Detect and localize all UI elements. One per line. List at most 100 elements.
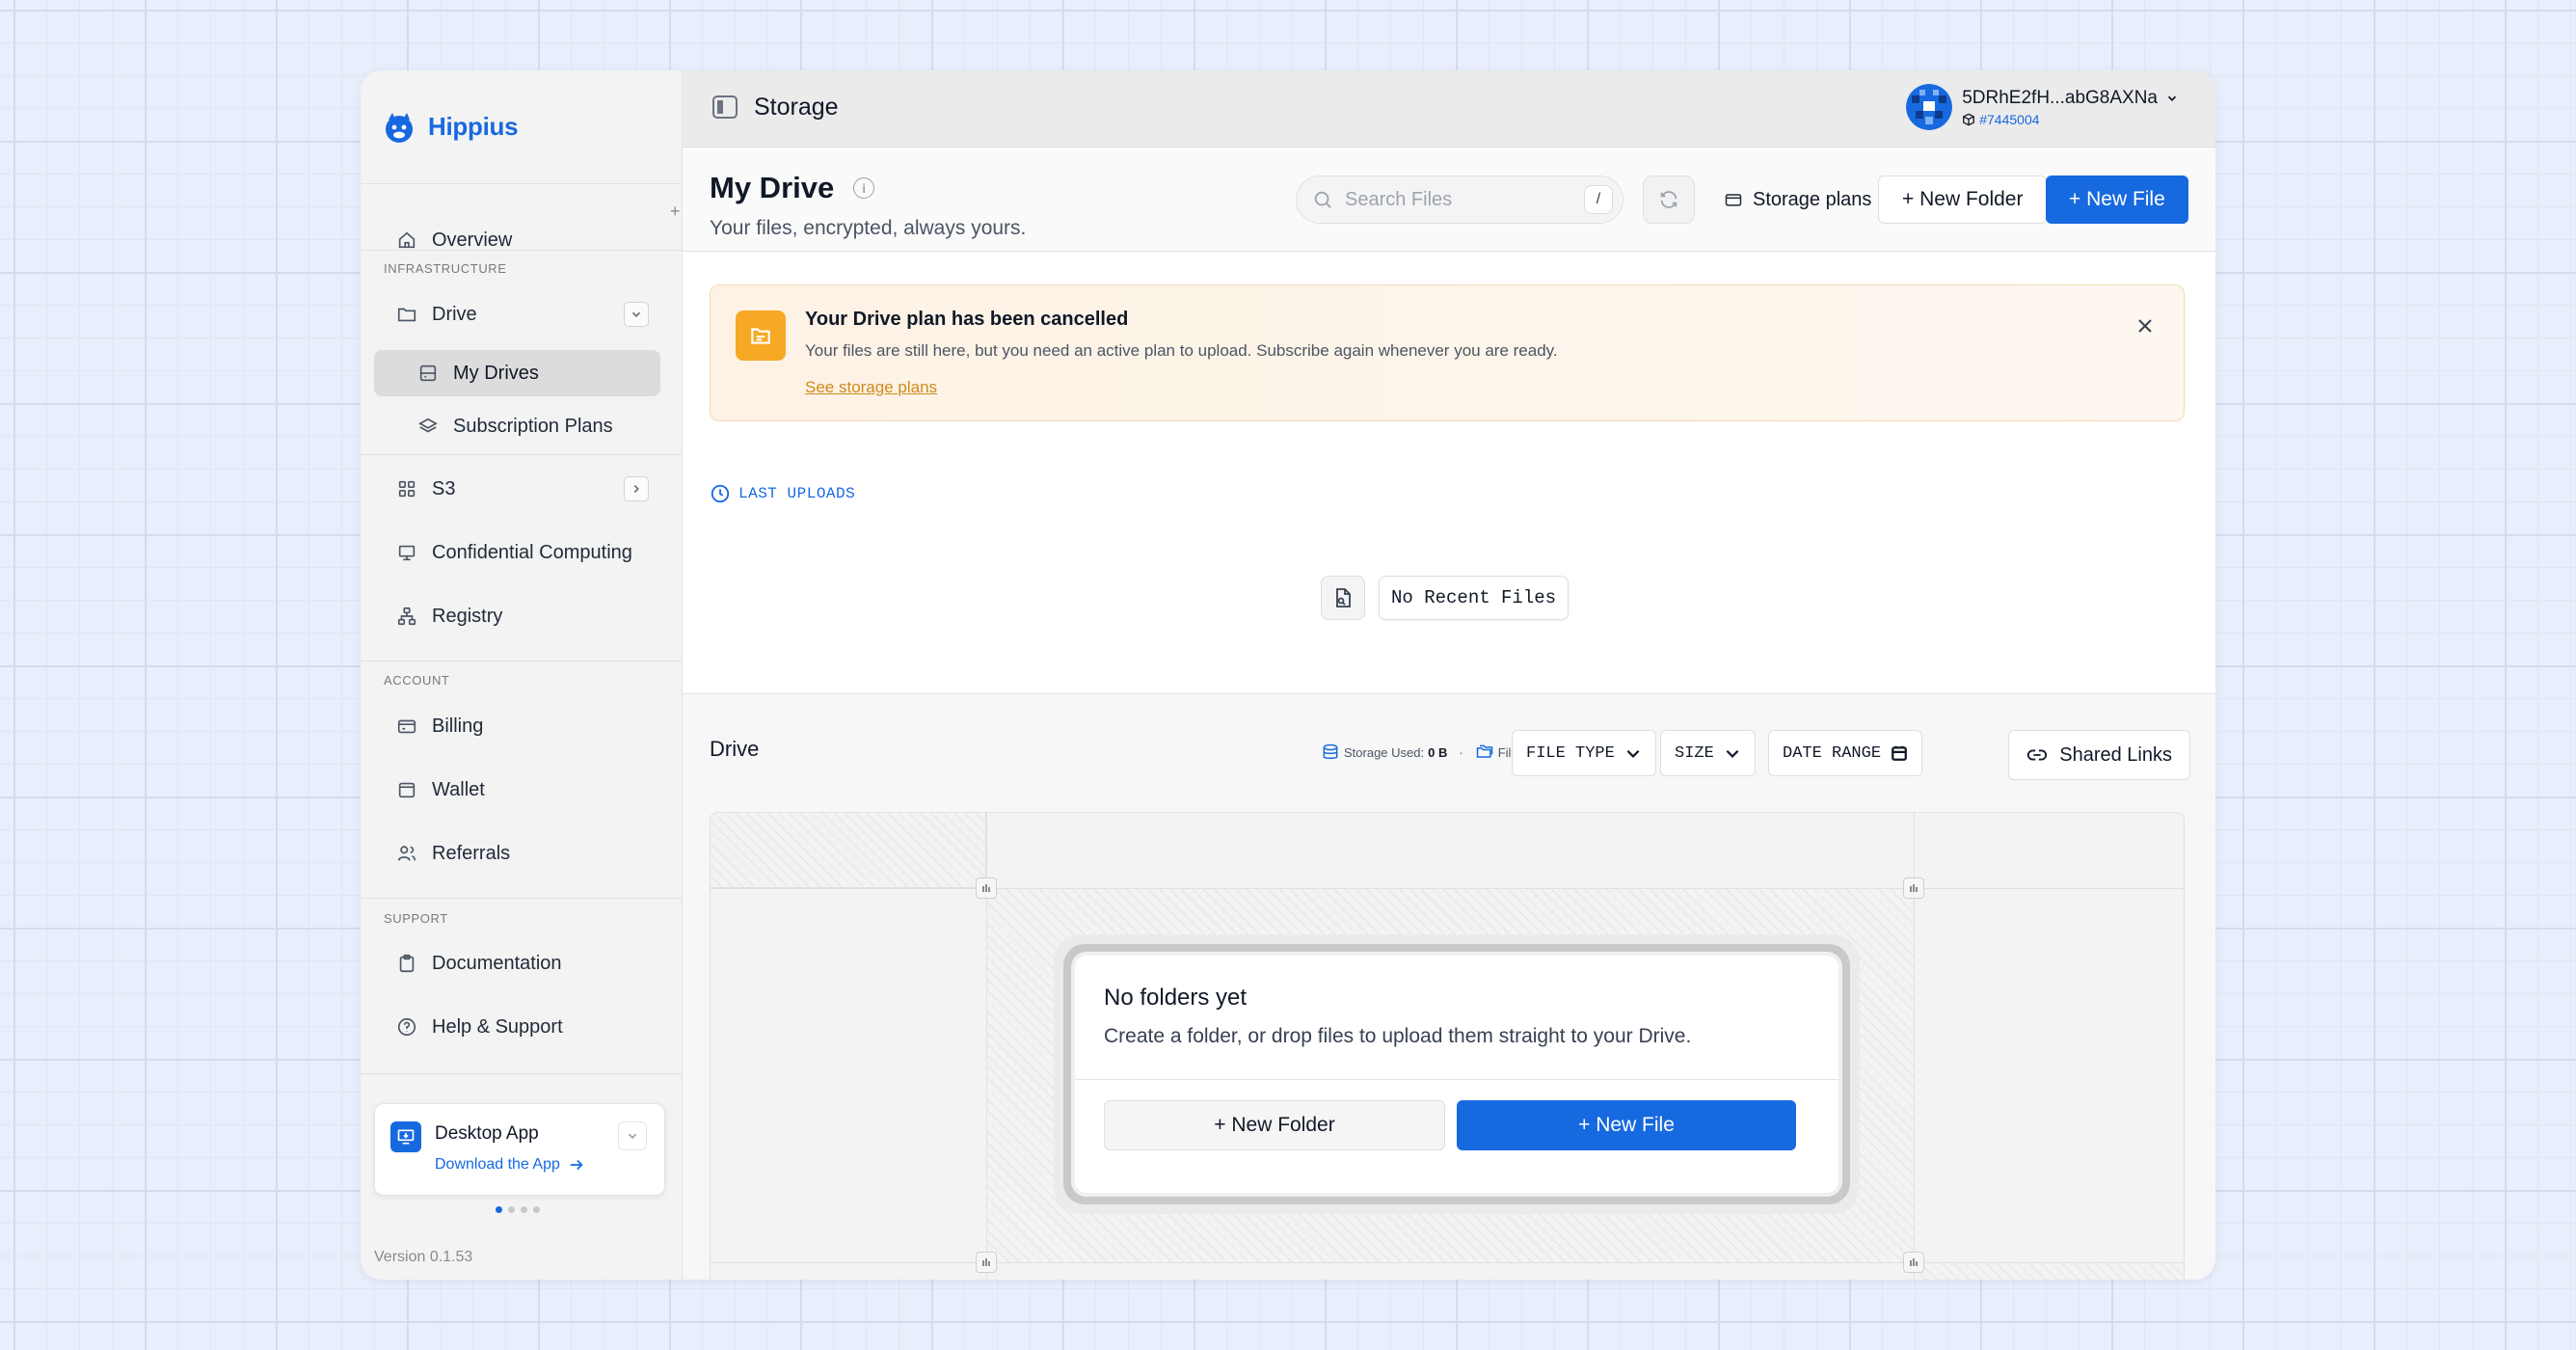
stat-separator: · [1459, 744, 1463, 760]
refresh-button[interactable] [1643, 176, 1695, 224]
storage-plans-button[interactable]: Storage plans [1724, 176, 1871, 224]
info-icon[interactable]: i [853, 177, 875, 199]
size-filter[interactable]: SIZE [1660, 730, 1756, 776]
hatch-region [1914, 1262, 2184, 1280]
top-bar-title: Storage [754, 94, 839, 121]
page-title: My Drive i [710, 171, 875, 205]
download-app-link[interactable]: Download the App [435, 1156, 585, 1174]
new-file-button[interactable]: + New File [2046, 176, 2188, 224]
chevron-down-icon [628, 1133, 637, 1139]
sidebar-divider [361, 1073, 682, 1074]
storage-used-stat: Storage Used: 0 B [1321, 742, 1447, 762]
resize-handle-icon[interactable] [1903, 1252, 1924, 1273]
desktop-app-card: Desktop App Download the App [374, 1103, 665, 1196]
desktop-app-collapse-button[interactable] [618, 1121, 647, 1150]
resize-handle-icon[interactable] [976, 878, 997, 899]
calendar-icon [1892, 745, 1907, 761]
search-placeholder: Search Files [1345, 188, 1453, 210]
carousel-dot[interactable] [521, 1206, 527, 1213]
chevron-down-icon [631, 311, 641, 317]
resize-handle-icon[interactable] [1903, 878, 1924, 899]
storage-used-value: 0 B [1428, 744, 1448, 760]
sidebar-item-wallet[interactable]: Wallet [384, 767, 660, 813]
desktop-download-icon [390, 1121, 421, 1152]
sidebar-item-label: Wallet [432, 778, 485, 800]
cube-icon [1963, 113, 1975, 125]
no-recent-files-label: No Recent Files [1379, 576, 1570, 620]
storage-plans-label: Storage plans [1753, 188, 1872, 210]
account-id: #7445004 [1979, 111, 2040, 127]
desktop-app-title: Desktop App [435, 1123, 539, 1144]
sidebar-item-label: S3 [432, 477, 456, 500]
sidebar-divider [361, 454, 682, 455]
resize-handle-icon[interactable] [976, 1252, 997, 1273]
folder-warning-icon [736, 310, 786, 361]
chevron-down-icon [1626, 749, 1640, 758]
credit-card-icon [1725, 194, 1742, 206]
wallet-icon [395, 778, 418, 801]
no-recent-files: No Recent Files [1321, 576, 1570, 620]
see-storage-plans-link[interactable]: See storage plans [805, 378, 937, 397]
sidebar-item-help-support[interactable]: Help & Support [384, 1004, 660, 1050]
close-icon[interactable] [2135, 316, 2155, 336]
empty-state-frame: No folders yet Create a folder, or drop … [1063, 944, 1850, 1204]
empty-state-title: No folders yet [1104, 985, 1248, 1011]
database-icon [1323, 743, 1338, 759]
search-input[interactable]: Search Files / [1296, 176, 1623, 224]
sidebar-item-label: Referrals [432, 842, 511, 864]
sidebar-item-referrals[interactable]: Referrals [384, 830, 660, 877]
brand[interactable]: Hippius [361, 70, 682, 184]
sidebar-item-my-drives[interactable]: My Drives [374, 350, 660, 396]
carousel-dots[interactable] [496, 1206, 540, 1213]
carousel-dot[interactable] [508, 1206, 515, 1213]
hatch-region [711, 813, 986, 888]
credit-card-icon [395, 715, 418, 738]
empty-state: No folders yet Create a folder, or drop … [1054, 934, 1860, 1214]
sidebar-item-billing[interactable]: Billing [384, 703, 660, 749]
top-bar: Storage 5DRhE2fH...abG8AXNa #7445004 [683, 70, 2215, 148]
sidebar-item-confidential-computing[interactable]: Confidential Computing [384, 529, 660, 576]
search-icon [1314, 191, 1331, 208]
date-range-filter[interactable]: DATE RANGE [1768, 730, 1923, 776]
drive-collapse-button[interactable] [624, 302, 649, 327]
sidebar: Hippius + Overview INFRASTRUCTURE Drive … [361, 70, 683, 1280]
sidebar-item-label: Documentation [432, 952, 562, 974]
grid-icon [395, 477, 418, 500]
carousel-dot[interactable] [533, 1206, 540, 1213]
carousel-dot[interactable] [496, 1206, 502, 1213]
alert-title: Your Drive plan has been cancelled [805, 309, 1129, 330]
sidebar-item-subscription-plans[interactable]: Subscription Plans [374, 403, 660, 449]
account-menu[interactable]: 5DRhE2fH...abG8AXNa #7445004 [1906, 84, 2179, 130]
file-search-icon [1321, 576, 1365, 620]
empty-state-text: Create a folder, or drop files to upload… [1104, 1025, 1692, 1047]
drive-dropzone[interactable]: No folders yet Create a folder, or drop … [710, 812, 2185, 1280]
last-uploads-label: LAST UPLOADS [710, 483, 855, 504]
folders-icon [1476, 744, 1492, 758]
sidebar-item-s3[interactable]: S3 [384, 466, 660, 512]
empty-new-file-button[interactable]: + New File [1457, 1100, 1796, 1150]
date-range-label: DATE RANGE [1783, 743, 1882, 763]
clipboard-icon [395, 952, 418, 975]
network-icon [395, 605, 418, 628]
hippius-logo-icon [386, 112, 413, 143]
sidebar-item-label: Billing [432, 715, 484, 737]
main-content: Storage 5DRhE2fH...abG8AXNa #7445004 My … [683, 70, 2215, 1280]
sidebar-item-drive[interactable]: Drive [384, 291, 660, 338]
s3-expand-button[interactable] [624, 476, 649, 501]
empty-new-folder-button[interactable]: + New Folder [1104, 1100, 1445, 1150]
empty-state-card: No folders yet Create a folder, or drop … [1071, 952, 1842, 1197]
new-folder-button[interactable]: + New Folder [1878, 176, 2048, 224]
sidebar-toggle-icon[interactable] [711, 94, 738, 121]
shared-links-button[interactable]: Shared Links [2008, 730, 2190, 780]
sidebar-item-registry[interactable]: Registry [384, 593, 660, 639]
sidebar-item-label: Help & Support [432, 1015, 563, 1038]
file-type-filter[interactable]: FILE TYPE [1512, 730, 1656, 776]
sidebar-item-documentation[interactable]: Documentation [384, 940, 660, 986]
users-icon [395, 842, 418, 865]
sidebar-item-label: Confidential Computing [432, 541, 632, 563]
sidebar-item-overview[interactable]: Overview [384, 217, 660, 263]
storage-used-label: Storage Used: [1344, 744, 1425, 760]
drive-icon [416, 362, 440, 385]
section-label-infrastructure: INFRASTRUCTURE [384, 261, 507, 276]
chevron-down-icon [1726, 749, 1739, 758]
